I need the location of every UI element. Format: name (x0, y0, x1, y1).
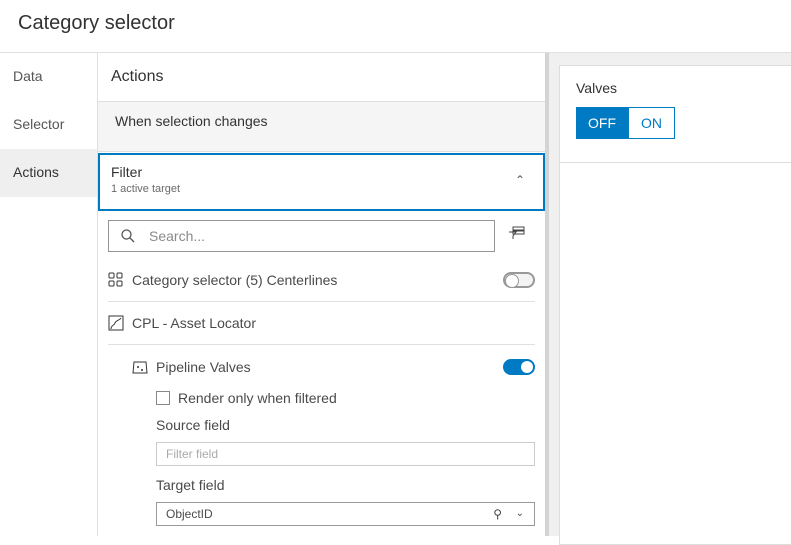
target-label: CPL - Asset Locator (132, 315, 256, 331)
preview-title: Valves (576, 80, 617, 96)
layer-toggle[interactable] (503, 358, 535, 375)
source-field-input[interactable]: Filter field (156, 442, 535, 466)
target-field-label: Target field (156, 477, 225, 493)
source-field-label: Source field (156, 417, 230, 433)
point-layer-icon (132, 361, 148, 373)
filter-subtitle: 1 active target (111, 183, 181, 195)
render-only-label: Render only when filtered (178, 390, 337, 406)
filter-title: Filter (111, 164, 143, 180)
map-icon (108, 315, 124, 331)
render-only-option[interactable]: Render only when filtered (156, 390, 337, 406)
preview-area: Valves OFF ON (549, 53, 791, 545)
off-on-segmented-control: OFF ON (576, 107, 782, 139)
search-icon (121, 229, 135, 243)
target-field-select[interactable]: ObjectID ⚲ ⌄ (156, 502, 535, 526)
filter-section-header[interactable]: Filter 1 active target ⌃ (98, 153, 545, 211)
page-title: Category selector (0, 0, 791, 53)
side-nav: Data Selector Actions (0, 53, 98, 536)
layer-row: Pipeline Valves (132, 345, 535, 388)
target-row: CPL - Asset Locator (108, 302, 535, 345)
target-row: Category selector (5) Centerlines (108, 259, 535, 302)
chevron-up-icon[interactable]: ⌃ (515, 173, 525, 187)
nav-item-selector[interactable]: Selector (0, 101, 97, 149)
target-toggle[interactable] (503, 272, 535, 288)
actions-panel: Actions When selection changes Filter 1 … (98, 53, 545, 536)
trigger-label: When selection changes (98, 102, 545, 152)
key-icon: ⚲ (493, 507, 502, 521)
preview-card: Valves OFF ON (559, 65, 791, 545)
render-only-checkbox[interactable] (156, 391, 170, 405)
panel-title: Actions (98, 53, 545, 102)
chevron-down-icon: ⌄ (515, 508, 524, 519)
nav-item-actions[interactable]: Actions (0, 149, 97, 197)
off-button[interactable]: OFF (576, 107, 628, 139)
filter-settings-icon[interactable] (508, 225, 526, 241)
target-field-value: ObjectID (166, 507, 213, 521)
search-placeholder: Search... (149, 228, 206, 244)
target-label: Category selector (5) Centerlines (132, 272, 338, 288)
nav-item-data[interactable]: Data (0, 53, 97, 101)
layer-label: Pipeline Valves (156, 358, 251, 375)
category-widget-icon (108, 272, 123, 287)
search-input[interactable]: Search... (108, 220, 495, 252)
on-button[interactable]: ON (628, 107, 675, 139)
